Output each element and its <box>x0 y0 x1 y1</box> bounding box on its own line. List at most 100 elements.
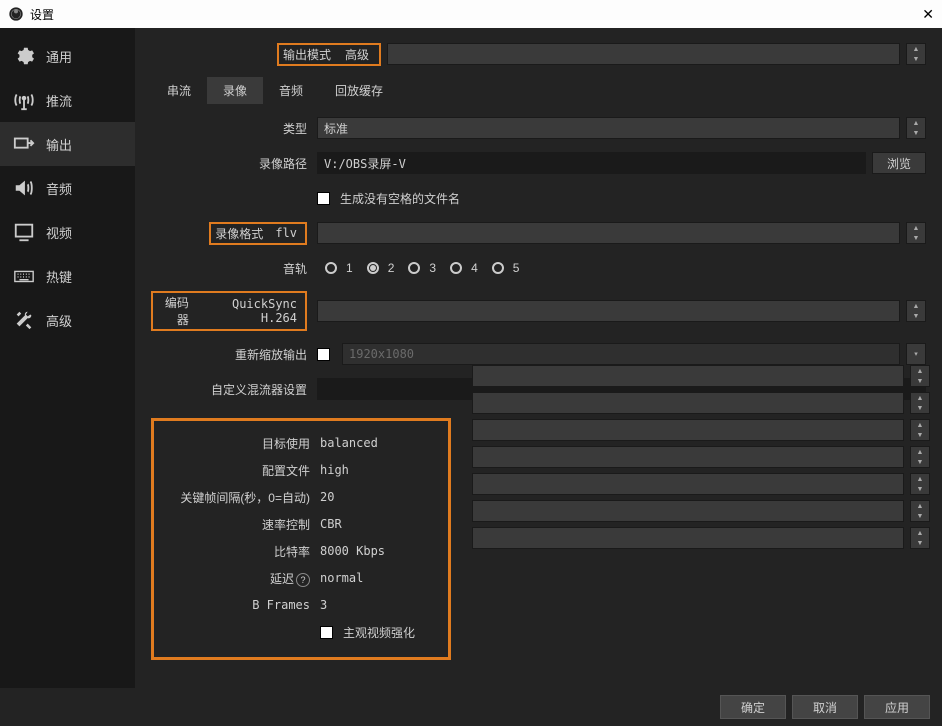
enhance-checkbox[interactable] <box>320 626 333 639</box>
footer: 确定 取消 应用 <box>0 688 942 726</box>
sidebar-item-stream[interactable]: 推流 <box>0 78 135 122</box>
tab-replay[interactable]: 回放缓存 <box>319 77 399 104</box>
sidebar-item-advanced[interactable]: 高级 <box>0 298 135 342</box>
track-1-radio[interactable] <box>325 262 337 274</box>
bitrate-spinner[interactable]: ▲▼ <box>910 473 930 495</box>
keyframe-value: 20 <box>320 490 334 504</box>
track-2-radio[interactable] <box>367 262 379 274</box>
path-input[interactable]: V:/OBS录屏-V <box>317 152 866 174</box>
keyboard-icon <box>12 264 36 288</box>
target-label: 目标使用 <box>154 435 314 452</box>
apply-button[interactable]: 应用 <box>864 695 930 719</box>
keyframe-spinner[interactable]: ▲▼ <box>910 419 930 441</box>
rate-spinner[interactable]: ▲▼ <box>910 446 930 468</box>
latency-select[interactable] <box>472 500 904 522</box>
type-spinner[interactable]: ▲▼ <box>906 117 926 139</box>
sidebar-item-label: 热键 <box>46 267 72 286</box>
highlight-output-mode: 输出模式 高级 <box>277 43 381 66</box>
enhance-label: 主观视频强化 <box>343 624 415 641</box>
format-value: flv <box>271 226 301 240</box>
format-label: 录像格式 <box>215 225 271 242</box>
sidebar-item-general[interactable]: 通用 <box>0 34 135 78</box>
sidebar-item-label: 高级 <box>46 311 72 330</box>
output-icon <box>12 132 36 156</box>
speaker-icon <box>12 176 36 200</box>
bframes-input[interactable] <box>472 527 904 549</box>
type-label: 类型 <box>151 120 311 137</box>
type-select[interactable]: 标准 <box>317 117 900 139</box>
profile-spinner[interactable]: ▲▼ <box>910 392 930 414</box>
browse-button[interactable]: 浏览 <box>872 152 926 174</box>
track-4-radio[interactable] <box>450 262 462 274</box>
sidebar-item-audio[interactable]: 音频 <box>0 166 135 210</box>
tab-recording[interactable]: 录像 <box>207 77 263 104</box>
antenna-icon <box>12 88 36 112</box>
bitrate-input[interactable] <box>472 473 904 495</box>
nospace-checkbox[interactable] <box>317 192 330 205</box>
target-spinner[interactable]: ▲▼ <box>910 365 930 387</box>
gear-icon <box>12 44 36 68</box>
encoder-value: QuickSync H.264 <box>197 297 301 325</box>
sidebar-item-label: 通用 <box>46 47 72 66</box>
bframes-spinner[interactable]: ▲▼ <box>910 527 930 549</box>
latency-value: normal <box>320 571 363 585</box>
nospace-label: 生成没有空格的文件名 <box>340 190 460 207</box>
encoder-label: 编码器 <box>157 294 197 328</box>
sidebar-item-label: 输出 <box>46 135 72 154</box>
window-title: 设置 <box>30 6 54 23</box>
monitor-icon <box>12 220 36 244</box>
tabs: 串流 录像 音频 回放缓存 <box>151 77 926 104</box>
output-mode-value: 高级 <box>339 46 375 63</box>
cancel-button[interactable]: 取消 <box>792 695 858 719</box>
rescale-label: 重新缩放输出 <box>151 346 311 363</box>
format-select[interactable] <box>317 222 900 244</box>
rescale-checkbox[interactable] <box>317 348 330 361</box>
rescale-value: 1920x1080 <box>342 343 900 365</box>
sidebar-item-hotkeys[interactable]: 热键 <box>0 254 135 298</box>
help-icon[interactable]: ? <box>296 573 310 587</box>
highlight-encoder: 编码器 QuickSync H.264 <box>151 291 307 331</box>
rate-select[interactable] <box>472 446 904 468</box>
sidebar-item-output[interactable]: 输出 <box>0 122 135 166</box>
rate-label: 速率控制 <box>154 516 314 533</box>
ok-button[interactable]: 确定 <box>720 695 786 719</box>
target-select[interactable] <box>472 365 904 387</box>
keyframe-label: 关键帧间隔(秒，0=自动) <box>154 489 314 506</box>
sidebar-item-label: 音频 <box>46 179 72 198</box>
profile-value: high <box>320 463 349 477</box>
tab-audio[interactable]: 音频 <box>263 77 319 104</box>
rate-value: CBR <box>320 517 342 531</box>
tracks-label: 音轨 <box>151 260 311 277</box>
sidebar-item-label: 推流 <box>46 91 72 110</box>
track-3-radio[interactable] <box>408 262 420 274</box>
app-icon <box>8 6 24 22</box>
bframes-label: B Frames <box>154 598 314 612</box>
bitrate-label: 比特率 <box>154 543 314 560</box>
output-mode-spinner[interactable]: ▲▼ <box>906 43 926 65</box>
track-5-radio[interactable] <box>492 262 504 274</box>
output-mode-select[interactable] <box>387 43 900 65</box>
highlight-format: 录像格式 flv <box>209 222 307 245</box>
bitrate-value: 8000 Kbps <box>320 544 385 558</box>
encoder-spinner[interactable]: ▲▼ <box>906 300 926 322</box>
main-area: 输出模式 高级 ▲▼ 串流 录像 音频 回放缓存 类型 标准 ▲▼ 录像路径 V… <box>135 28 942 688</box>
profile-select[interactable] <box>472 392 904 414</box>
muxer-label: 自定义混流器设置 <box>151 381 311 398</box>
path-label: 录像路径 <box>151 155 311 172</box>
keyframe-input[interactable] <box>472 419 904 441</box>
target-value: balanced <box>320 436 378 450</box>
format-spinner[interactable]: ▲▼ <box>906 222 926 244</box>
tools-icon <box>12 308 36 332</box>
sidebar: 通用 推流 输出 音频 视频 热键 高级 <box>0 28 135 688</box>
latency-spinner[interactable]: ▲▼ <box>910 500 930 522</box>
rescale-spinner[interactable]: ▾ <box>906 343 926 365</box>
highlight-encoder-settings: 目标使用 balanced 配置文件 high 关键帧间隔(秒，0=自动) 20… <box>151 418 451 660</box>
tab-stream[interactable]: 串流 <box>151 77 207 104</box>
encoder-select[interactable] <box>317 300 900 322</box>
latency-label: 延迟? <box>154 570 314 587</box>
bframes-value: 3 <box>320 598 327 612</box>
sidebar-item-label: 视频 <box>46 223 72 242</box>
close-button[interactable]: ✕ <box>922 6 934 23</box>
sidebar-item-video[interactable]: 视频 <box>0 210 135 254</box>
titlebar: 设置 ✕ <box>0 0 942 28</box>
